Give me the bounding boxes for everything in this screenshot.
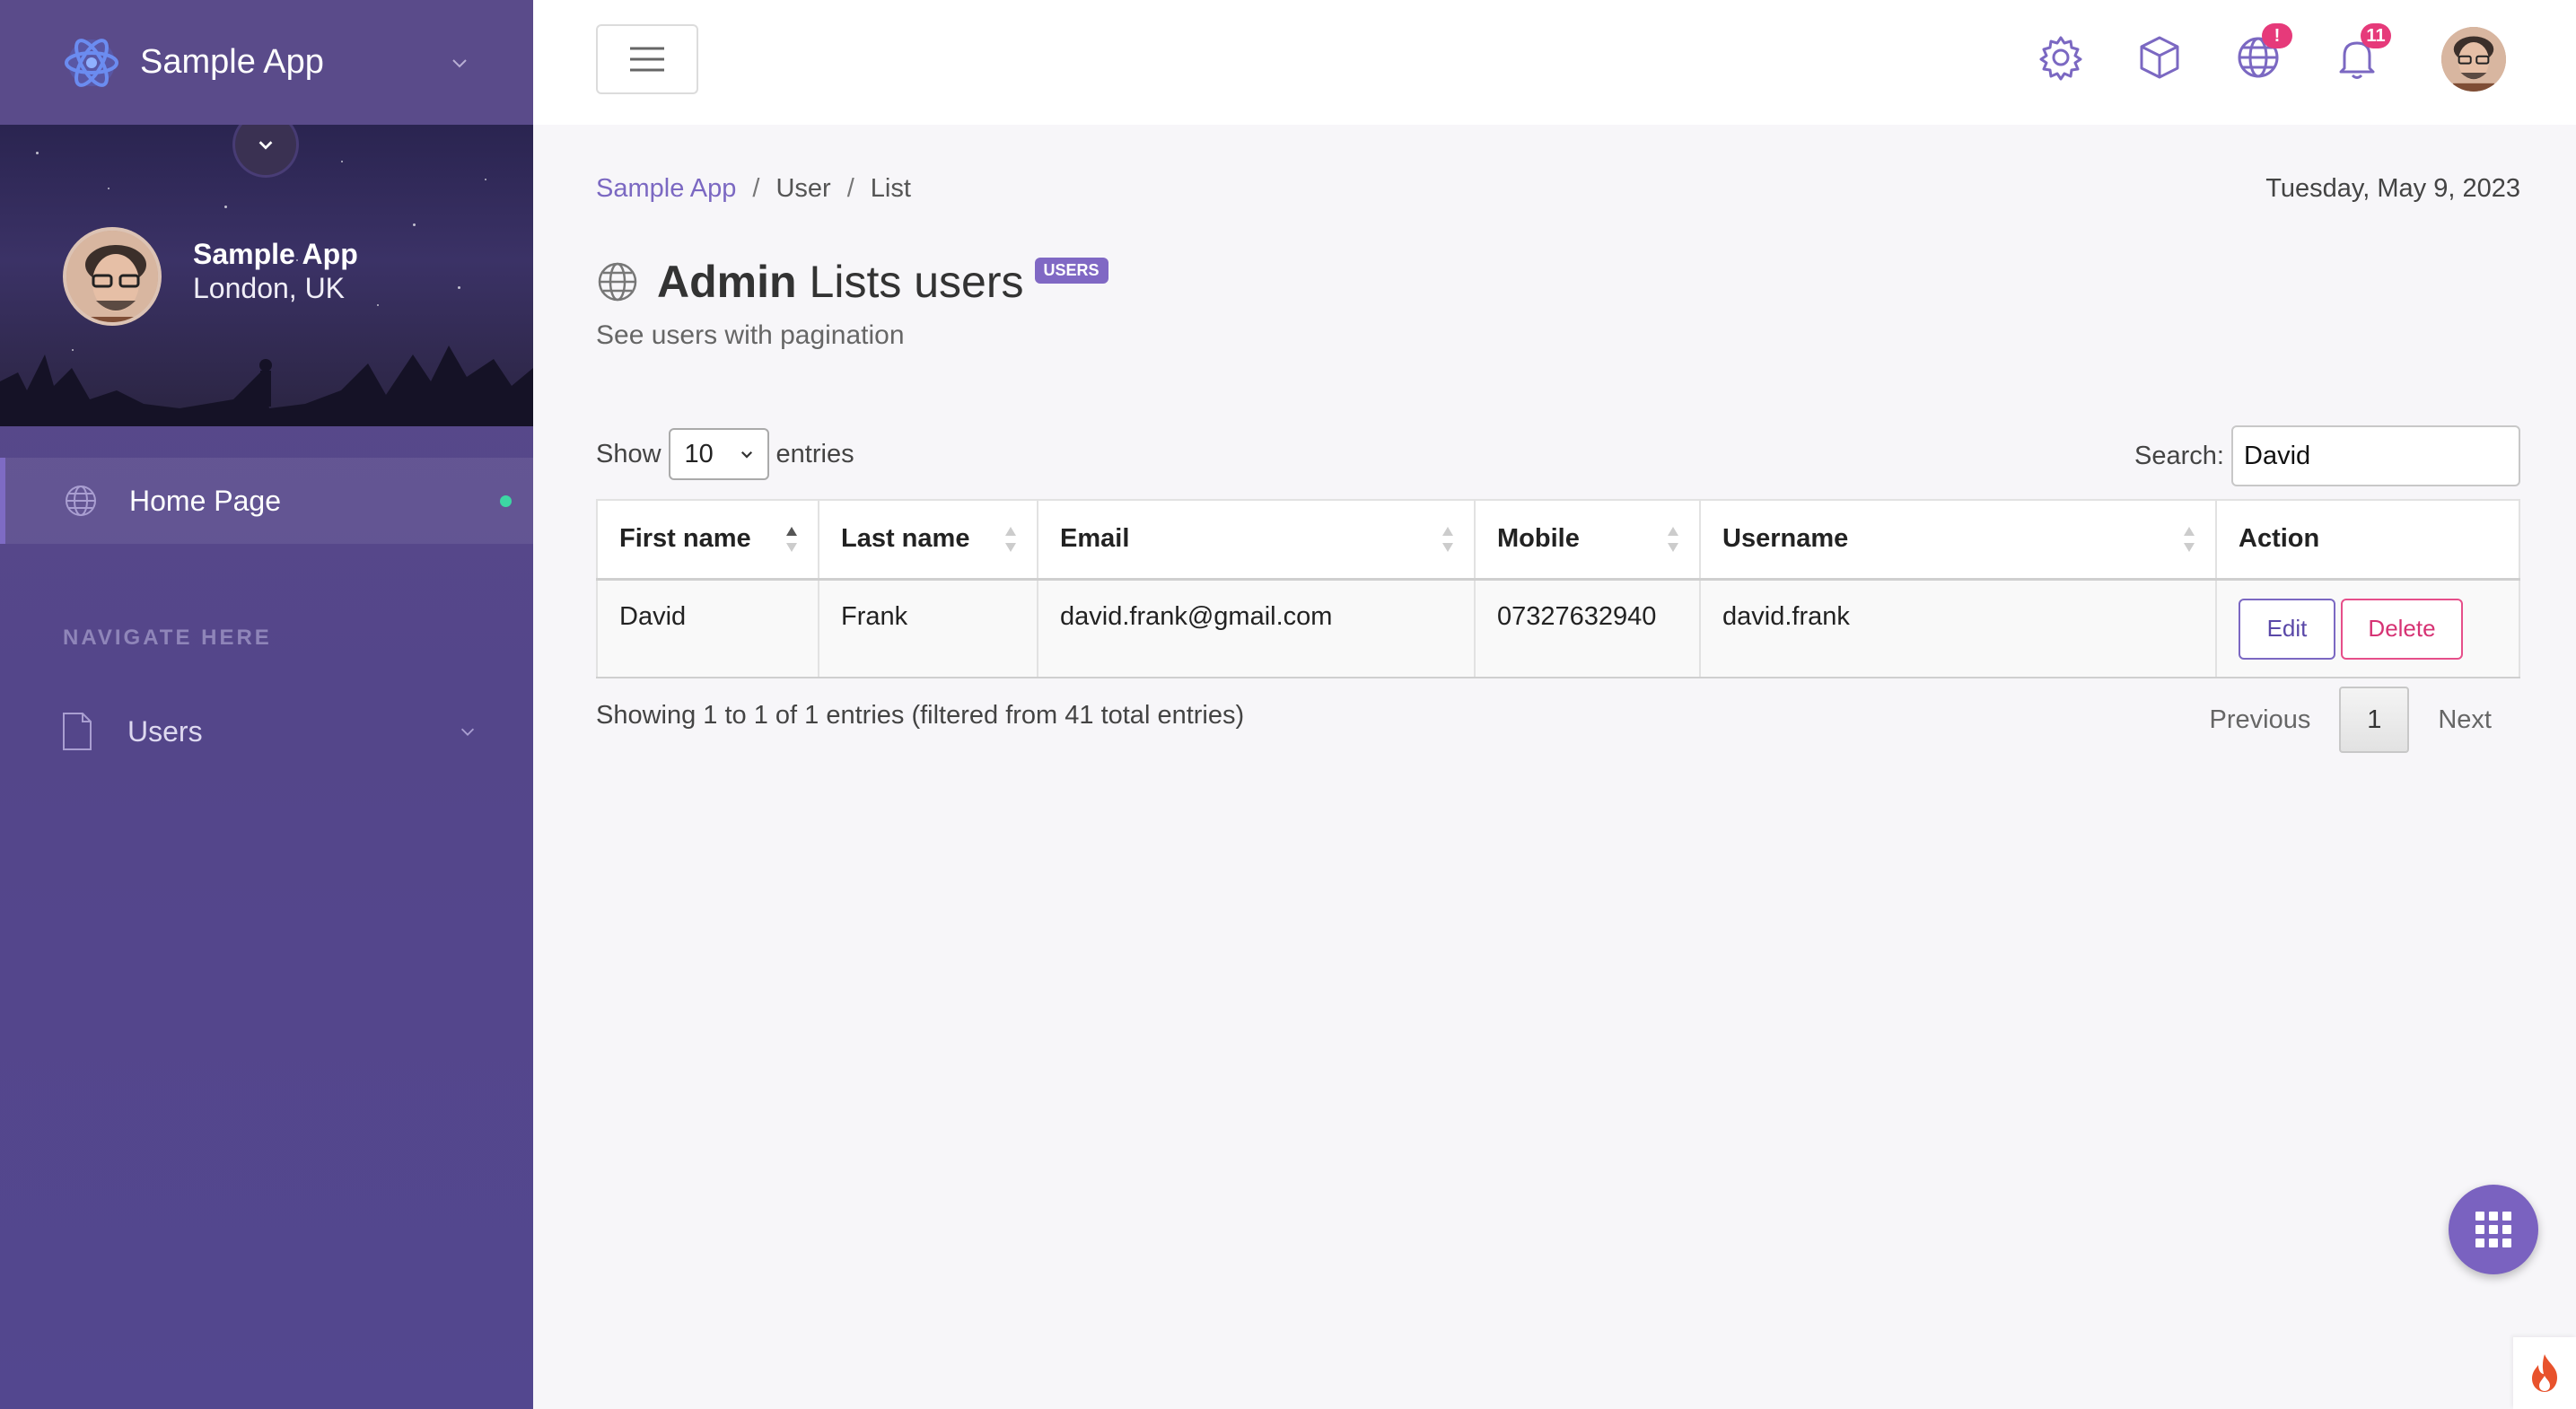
page-size-select[interactable]: 10 (668, 428, 769, 480)
page-size-value: 10 (684, 439, 714, 468)
profile-card: Sample App London, UK (0, 125, 533, 426)
column-header-last-name[interactable]: Last name (819, 500, 1038, 581)
table-info: Showing 1 to 1 of 1 entries (filtered fr… (596, 701, 1245, 730)
current-date: Tuesday, May 9, 2023 (2265, 174, 2520, 203)
nav-section-title: NAVIGATE HERE (63, 626, 272, 650)
show-label: Show (596, 439, 662, 468)
breadcrumb-separator: / (846, 174, 854, 203)
pagination: Previous 1 Next (2181, 687, 2520, 753)
sort-icon (1442, 526, 1453, 552)
column-header-first-name[interactable]: First name (597, 500, 819, 581)
table-row: David Frank david.frank@gmail.com 073276… (597, 579, 2520, 678)
search-label: Search: (2134, 441, 2224, 470)
grid-icon (2475, 1212, 2511, 1247)
sidebar-item-label: Home Page (129, 484, 281, 517)
globe-icon (598, 262, 637, 302)
sort-icon (2184, 526, 2195, 552)
chevron-down-icon[interactable] (449, 52, 470, 74)
landscape-silhouette (0, 346, 533, 426)
chevron-down-icon (460, 728, 475, 736)
page-subtitle: See users with pagination (596, 320, 905, 350)
column-header-username[interactable]: Username (1700, 500, 2217, 581)
profile-name: Sample App (193, 238, 358, 270)
user-avatar[interactable] (2441, 27, 2506, 92)
apps-fab-button[interactable] (2449, 1185, 2538, 1274)
column-header-email[interactable]: Email (1038, 500, 1476, 581)
topbar: ! 11 (533, 0, 2576, 125)
notifications-button[interactable]: 11 (2334, 23, 2391, 81)
breadcrumb: Sample App / User / List (596, 174, 911, 204)
edit-button[interactable]: Edit (2239, 598, 2335, 660)
breadcrumb-current: List (870, 174, 911, 203)
column-header-mobile[interactable]: Mobile (1475, 500, 1701, 581)
profile-avatar (63, 227, 162, 326)
settings-button[interactable] (2037, 34, 2084, 81)
menu-toggle-button[interactable] (596, 24, 698, 94)
title-badge: USERS (1034, 257, 1108, 284)
brand-header[interactable]: Sample App (0, 0, 533, 125)
sidebar-item-users[interactable]: Users (0, 691, 533, 772)
document-icon (63, 713, 92, 750)
box-button[interactable] (2136, 34, 2183, 81)
cell-actions: Edit Delete (2216, 579, 2520, 678)
sort-icon (1005, 526, 1016, 552)
sidebar-item-home[interactable]: Home Page (0, 458, 533, 544)
cell-username: david.frank (1700, 579, 2217, 678)
globe-badge: ! (2262, 23, 2292, 48)
search-control: Search: (2134, 425, 2520, 486)
sidebar-item-label: Users (127, 714, 203, 748)
notification-badge: 11 (2361, 23, 2391, 48)
page-title-text: Lists users (809, 257, 1024, 307)
active-indicator (500, 494, 512, 507)
cell-first-name: David (597, 579, 819, 678)
page-title-strong: Admin (657, 257, 797, 307)
cube-icon (2140, 36, 2179, 79)
profile-location: London, UK (193, 272, 346, 304)
previous-page-button[interactable]: Previous (2181, 705, 2340, 735)
page-title: Admin Lists users USERS (596, 256, 1108, 308)
sidebar: Sample App Sample App London, UK Home Pa… (0, 0, 533, 1409)
page-size-control: Show 10 entries (596, 428, 854, 480)
page-button-current[interactable]: 1 (2339, 687, 2410, 753)
brand-name: Sample App (140, 43, 324, 81)
column-header-action: Action (2216, 500, 2520, 581)
breadcrumb-item: User (775, 174, 831, 203)
flame-icon (2532, 1354, 2557, 1392)
cell-last-name: Frank (819, 579, 1038, 678)
sort-icon (1668, 526, 1678, 552)
cell-email: david.frank@gmail.com (1038, 579, 1476, 678)
chevron-down-icon (740, 451, 752, 459)
profile-toggle-button[interactable] (235, 125, 296, 175)
chevron-down-icon (258, 141, 273, 150)
sort-asc-icon (786, 526, 797, 552)
atom-logo-icon (65, 38, 118, 87)
breadcrumb-separator: / (752, 174, 760, 203)
main-content: Sample App / User / List Tuesday, May 9,… (533, 125, 2576, 1409)
delete-button[interactable]: Delete (2341, 598, 2463, 660)
next-page-button[interactable]: Next (2409, 705, 2520, 735)
entries-label: entries (775, 439, 854, 468)
debug-toolbar-button[interactable] (2513, 1337, 2576, 1409)
breadcrumb-root-link[interactable]: Sample App (596, 174, 736, 204)
language-button[interactable]: ! (2235, 23, 2292, 81)
cell-mobile: 07327632940 (1475, 579, 1701, 678)
users-table: First name Last name Email Mobile Userna… (596, 499, 2520, 678)
search-input[interactable] (2231, 425, 2520, 486)
globe-icon (66, 486, 96, 516)
hamburger-icon (630, 47, 664, 72)
gear-icon (2039, 36, 2082, 81)
